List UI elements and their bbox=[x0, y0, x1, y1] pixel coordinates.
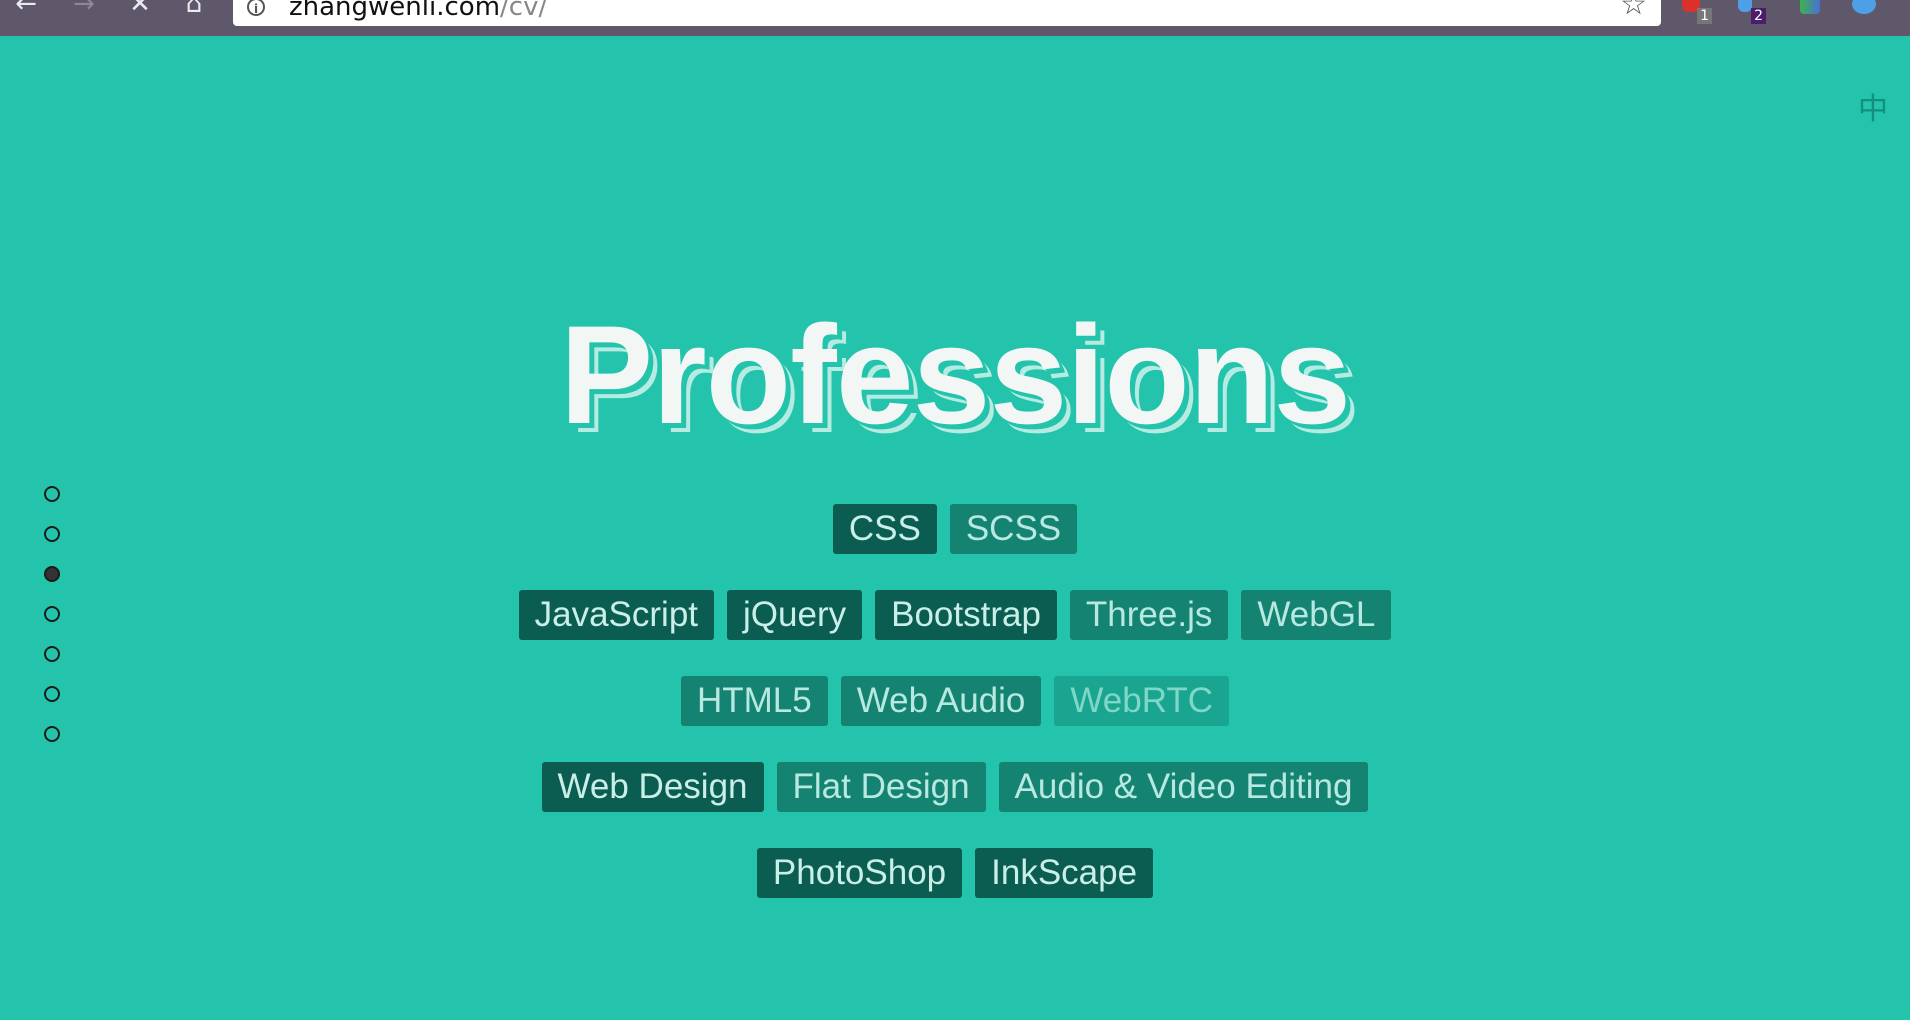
skill-tag: Three.js bbox=[1069, 590, 1229, 640]
skill-tag: HTML5 bbox=[680, 676, 828, 726]
skill-tag: Audio & Video Editing bbox=[998, 762, 1369, 812]
extension-badge: 2 bbox=[1751, 8, 1766, 24]
url-host: zhangwenli.com bbox=[289, 0, 501, 22]
stop-loading-icon[interactable]: ✕ bbox=[122, 0, 158, 24]
skill-row: PhotoShop InkScape bbox=[0, 848, 1910, 898]
compass-icon bbox=[1852, 0, 1876, 14]
url-text[interactable]: zhangwenli.com/cv/ bbox=[289, 0, 547, 22]
bell-icon bbox=[1738, 0, 1752, 12]
skill-row: CSS SCSS bbox=[0, 504, 1910, 554]
home-icon[interactable]: ⌂ bbox=[176, 0, 212, 24]
skill-row: JavaScript jQuery Bootstrap Three.js WebGL bbox=[0, 590, 1910, 640]
skill-tag: Bootstrap bbox=[875, 590, 1057, 640]
browser-toolbar: ← → ✕ ⌂ i zhangwenli.com/cv/ ☆ 1 2 bbox=[0, 0, 1910, 36]
skill-tags: CSS SCSS JavaScript jQuery Bootstrap Three.js… bbox=[0, 504, 1910, 934]
compass-extension-icon[interactable] bbox=[1850, 0, 1876, 24]
skill-row: HTML5 Web Audio WebRTC bbox=[0, 676, 1910, 726]
skill-tag: WebRTC bbox=[1054, 676, 1230, 726]
skill-tag: jQuery bbox=[727, 590, 863, 640]
url-path: /cv/ bbox=[500, 0, 548, 22]
section-dot-1[interactable] bbox=[44, 486, 60, 502]
language-toggle[interactable]: 中 bbox=[1858, 84, 1888, 128]
forward-arrow-icon[interactable]: → bbox=[66, 0, 102, 24]
notification-extension-icon[interactable]: 2 bbox=[1736, 0, 1766, 24]
address-bar[interactable]: i zhangwenli.com/cv/ ☆ bbox=[233, 0, 1661, 26]
skill-tag: SCSS bbox=[949, 504, 1078, 554]
skill-tag: Web Audio bbox=[840, 676, 1042, 726]
site-info-icon[interactable]: i bbox=[247, 0, 265, 16]
page-title: Professions bbox=[559, 296, 1351, 453]
adblock-extension-icon[interactable]: 1 bbox=[1682, 0, 1712, 24]
skill-tag: JavaScript bbox=[518, 590, 715, 640]
skill-tag: Flat Design bbox=[776, 762, 986, 812]
skill-tag: PhotoShop bbox=[756, 848, 963, 898]
skill-tag: CSS bbox=[832, 504, 937, 554]
skill-tag: Web Design bbox=[541, 762, 764, 812]
skill-tag: WebGL bbox=[1241, 590, 1392, 640]
people-extension-icon[interactable] bbox=[1796, 0, 1822, 24]
skill-tag: InkScape bbox=[975, 848, 1154, 898]
bookmark-star-icon[interactable]: ☆ bbox=[1620, 0, 1647, 20]
people-icon bbox=[1800, 0, 1820, 14]
extension-badge: 1 bbox=[1697, 8, 1712, 24]
back-arrow-icon[interactable]: ← bbox=[8, 0, 44, 24]
skill-row: Web Design Flat Design Audio & Video Editi… bbox=[0, 762, 1910, 812]
